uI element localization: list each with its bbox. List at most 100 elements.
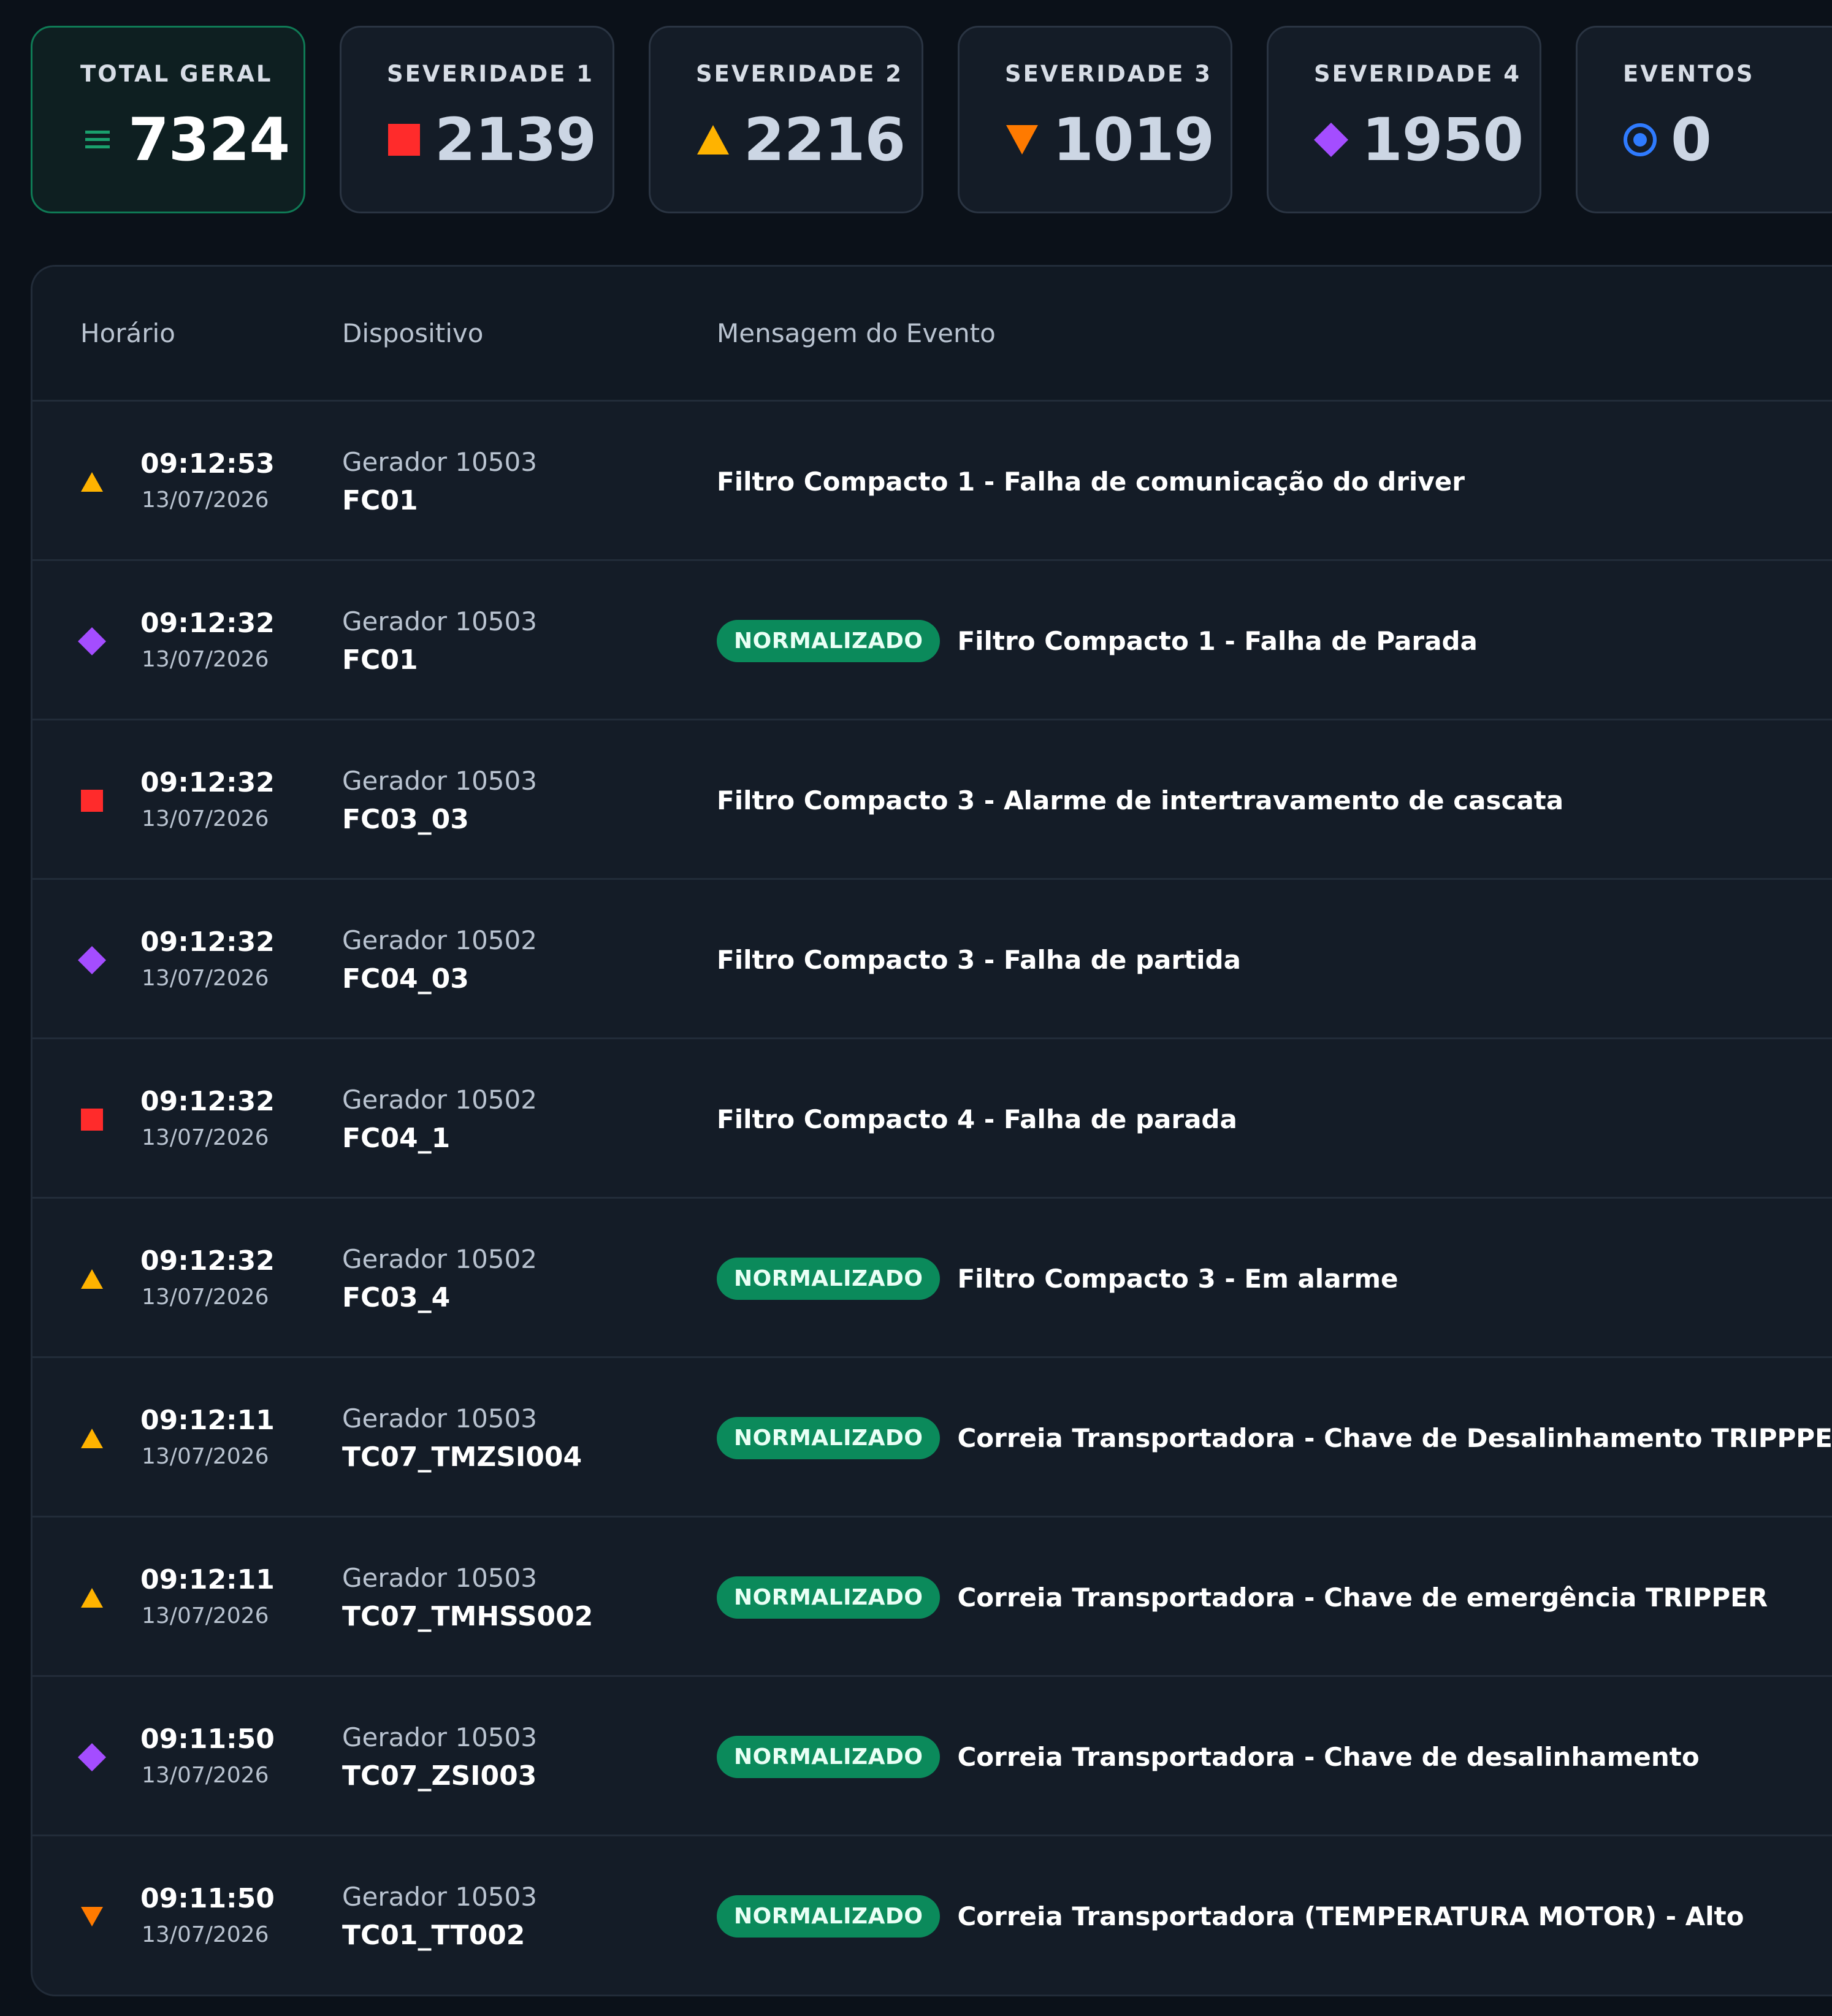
diamond-icon (78, 1743, 106, 1771)
triangle-up-icon (696, 123, 730, 157)
card-severidade-2[interactable]: SEVERIDADE 2 2216 (649, 26, 923, 213)
event-message-cell: Filtro Compacto 1 - Falha de comunicação… (717, 402, 1465, 561)
event-date: 13/07/2026 (142, 1444, 269, 1469)
card-severidade-1[interactable]: SEVERIDADE 1 2139 (340, 26, 614, 213)
event-time: 09:12:32 (140, 608, 275, 639)
event-date: 13/07/2026 (142, 806, 269, 831)
normalized-badge: NORMALIZADO (717, 619, 941, 662)
event-message-cell: NORMALIZADO Filtro Compacto 1 - Falha de … (717, 561, 1478, 720)
event-tag: FC03_03 (342, 804, 469, 835)
event-time: 09:12:11 (140, 1405, 275, 1436)
card-label: SEVERIDADE 3 (1005, 61, 1213, 87)
table-header: Horário Dispositivo Mensagem do Evento (32, 267, 1832, 402)
event-date: 13/07/2026 (142, 1603, 269, 1628)
triangle-up-icon (78, 468, 106, 496)
card-value: 2216 (744, 105, 906, 174)
triangle-down-icon (78, 1903, 106, 1931)
table-row[interactable]: 09:12:32 13/07/2026 Gerador 10502 FC03_4 NOR… (32, 1199, 1832, 1358)
table-row[interactable]: 09:12:32 13/07/2026 Gerador 10503 FC03_03 Fi… (32, 720, 1832, 880)
event-time: 09:12:11 (140, 1564, 275, 1595)
diamond-icon (1314, 123, 1348, 157)
table-row[interactable]: 09:11:50 13/07/2026 Gerador 10503 TC01_TT00… (32, 1836, 1832, 1995)
card-eventos[interactable]: EVENTOS 0 (1576, 26, 1832, 213)
event-time: 09:12:53 (140, 448, 275, 479)
event-tag: TC07_TMZSI004 (342, 1441, 582, 1473)
event-message: Filtro Compacto 1 - Falha de Parada (957, 625, 1478, 656)
event-date: 13/07/2026 (142, 1125, 269, 1150)
event-message: Correia Transportadora - Chave de emergê… (957, 1582, 1768, 1613)
event-message: Filtro Compacto 3 - Falha de partida (717, 944, 1241, 975)
table-row[interactable]: 09:12:53 13/07/2026 Gerador 10503 FC01 Filtr… (32, 402, 1832, 561)
event-time: 09:12:32 (140, 767, 275, 798)
event-message-cell: NORMALIZADO Filtro Compacto 3 - Em alarme (717, 1199, 1399, 1358)
table-row[interactable]: 09:11:50 13/07/2026 Gerador 10503 TC07_ZSI0… (32, 1677, 1832, 1836)
event-time: 09:11:50 (140, 1883, 275, 1914)
event-tag: FC03_4 (342, 1282, 451, 1313)
event-device: Gerador 10503 (342, 1882, 537, 1912)
event-device: Gerador 10503 (342, 1563, 537, 1593)
event-message: Correia Transportadora (TEMPERATURA MOTO… (957, 1901, 1744, 1931)
event-date: 13/07/2026 (142, 1285, 269, 1310)
table-row[interactable]: 09:12:32 13/07/2026 Gerador 10503 FC01 NORMA… (32, 561, 1832, 720)
event-date: 13/07/2026 (142, 647, 269, 672)
table-body: 09:12:53 13/07/2026 Gerador 10503 FC01 Filtr… (32, 402, 1832, 1995)
event-device: Gerador 10502 (342, 1244, 537, 1274)
normalized-badge: NORMALIZADO (717, 1735, 941, 1778)
event-tag: TC07_TMHSS002 (342, 1601, 593, 1632)
event-tag: FC01 (342, 644, 418, 676)
event-device: Gerador 10503 (342, 1403, 537, 1434)
menu-lines-icon (80, 123, 115, 157)
target-icon (1623, 123, 1657, 157)
table-row[interactable]: 09:12:11 13/07/2026 Gerador 10503 TC07_TMHS… (32, 1518, 1832, 1677)
square-icon (78, 1105, 106, 1134)
event-device: Gerador 10502 (342, 1085, 537, 1115)
events-table: Horário Dispositivo Mensagem do Evento 0… (31, 265, 1832, 1996)
column-header-message[interactable]: Mensagem do Evento (717, 318, 996, 348)
table-row[interactable]: 09:12:11 13/07/2026 Gerador 10503 TC07_TMZS… (32, 1358, 1832, 1518)
event-message-cell: Filtro Compacto 3 - Alarme de intertrava… (717, 720, 1563, 880)
event-message: Filtro Compacto 3 - Em alarme (957, 1263, 1399, 1294)
event-time: 09:11:50 (140, 1724, 275, 1755)
triangle-up-icon (78, 1424, 106, 1453)
event-message-cell: Filtro Compacto 4 - Falha de parada (717, 1039, 1237, 1199)
event-time: 09:12:32 (140, 1245, 275, 1277)
event-message: Filtro Compacto 4 - Falha de parada (717, 1104, 1237, 1134)
normalized-badge: NORMALIZADO (717, 1576, 941, 1619)
event-device: Gerador 10503 (342, 606, 537, 636)
event-date: 13/07/2026 (142, 487, 269, 513)
diamond-icon (78, 946, 106, 974)
event-message-cell: NORMALIZADO Correia Transportadora (TEMPE… (717, 1836, 1744, 1995)
event-tag: FC01 (342, 485, 418, 516)
event-time: 09:12:32 (140, 1086, 275, 1117)
column-header-device[interactable]: Dispositivo (342, 318, 484, 348)
card-severidade-3[interactable]: SEVERIDADE 3 1019 (958, 26, 1232, 213)
column-header-time[interactable]: Horário (80, 318, 175, 348)
card-label: EVENTOS (1623, 61, 1755, 87)
square-icon (387, 123, 421, 157)
event-device: Gerador 10502 (342, 925, 537, 955)
table-row[interactable]: 09:12:32 13/07/2026 Gerador 10502 FC04_1 Fil… (32, 1039, 1832, 1199)
event-device: Gerador 10503 (342, 1722, 537, 1752)
event-message: Filtro Compacto 1 - Falha de comunicação… (717, 466, 1465, 497)
card-severidade-4[interactable]: SEVERIDADE 4 1950 (1267, 26, 1541, 213)
event-message-cell: NORMALIZADO Correia Transportadora - Chav… (717, 1677, 1700, 1836)
event-message-cell: NORMALIZADO Correia Transportadora - Chav… (717, 1518, 1768, 1677)
event-tag: FC04_1 (342, 1123, 451, 1154)
event-message-cell: NORMALIZADO Correia Transportadora - Chav… (717, 1358, 1832, 1518)
event-message: Correia Transportadora - Chave de desali… (957, 1741, 1700, 1772)
event-device: Gerador 10503 (342, 766, 537, 796)
event-device: Gerador 10503 (342, 447, 537, 477)
normalized-badge: NORMALIZADO (717, 1895, 941, 1938)
diamond-icon (78, 627, 106, 655)
square-icon (78, 787, 106, 815)
summary-cards: TOTAL GERAL 7324 SEVERIDADE 1 2139 SEVER… (31, 26, 1832, 213)
card-value: 1019 (1053, 105, 1215, 174)
card-label: SEVERIDADE 4 (1314, 61, 1522, 87)
event-time: 09:12:32 (140, 926, 275, 958)
event-message-cell: Filtro Compacto 3 - Falha de partida (717, 880, 1241, 1039)
event-tag: TC01_TT002 (342, 1920, 525, 1951)
event-date: 13/07/2026 (142, 1922, 269, 1947)
card-value: 7324 (128, 105, 290, 174)
card-total-geral[interactable]: TOTAL GERAL 7324 (31, 26, 305, 213)
table-row[interactable]: 09:12:32 13/07/2026 Gerador 10502 FC04_03 Fi… (32, 880, 1832, 1039)
